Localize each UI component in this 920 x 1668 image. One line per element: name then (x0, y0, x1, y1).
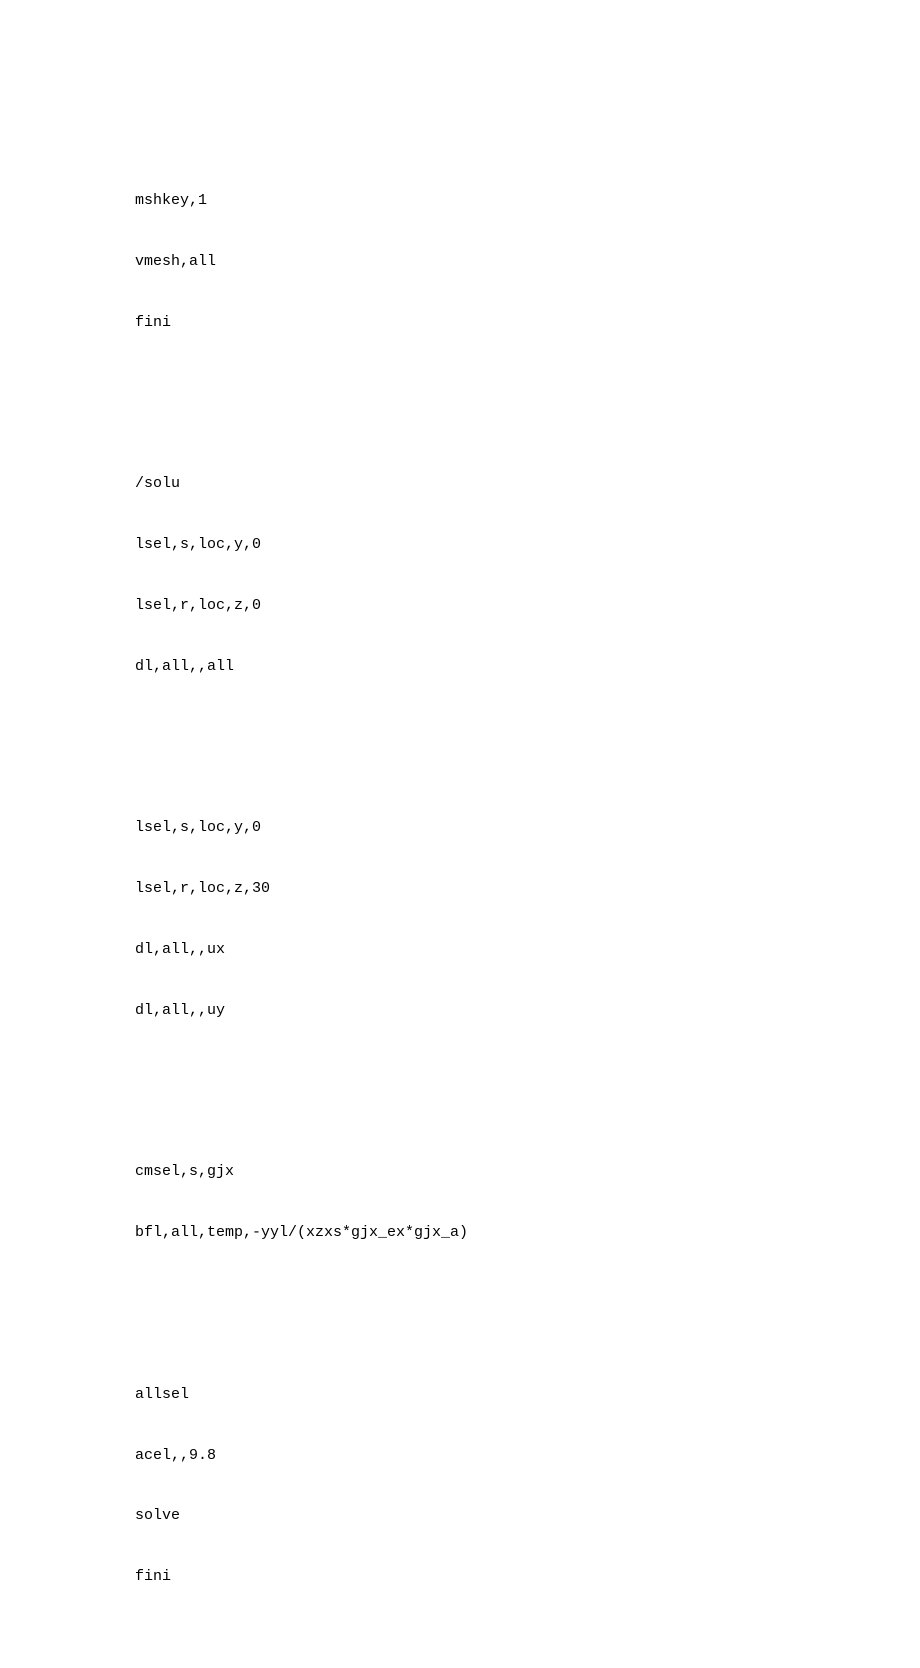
code-block-4: cmsel,s,gjx bfl,all,temp,-yyl/(xzxs*gjx_… (135, 1122, 920, 1284)
code-line: bfl,all,temp,-yyl/(xzxs*gjx_ex*gjx_a) (135, 1223, 920, 1243)
code-line: dl,all,,all (135, 657, 920, 677)
code-line: solve (135, 1506, 920, 1526)
code-line: fini (135, 1567, 920, 1587)
code-line: lsel,r,loc,z,0 (135, 596, 920, 616)
code-line: lsel,s,loc,y,0 (135, 818, 920, 838)
code-page: mshkey,1 vmesh,all fini /solu lsel,s,loc… (0, 0, 920, 1668)
code-line: dl,all,,uy (135, 1001, 920, 1021)
code-line: lsel,s,loc,y,0 (135, 535, 920, 555)
code-line: cmsel,s,gjx (135, 1162, 920, 1182)
code-block-2: /solu lsel,s,loc,y,0 lsel,r,loc,z,0 dl,a… (135, 434, 920, 718)
code-block-3: lsel,s,loc,y,0 lsel,r,loc,z,30 dl,all,,u… (135, 778, 920, 1062)
code-line: vmesh,all (135, 252, 920, 272)
code-line: acel,,9.8 (135, 1446, 920, 1466)
code-line: mshkey,1 (135, 191, 920, 211)
code-line: fini (135, 313, 920, 333)
code-line: /solu (135, 474, 920, 494)
code-line: dl,all,,ux (135, 940, 920, 960)
code-line: allsel (135, 1385, 920, 1405)
code-line: lsel,r,loc,z,30 (135, 879, 920, 899)
code-block-1: mshkey,1 vmesh,all fini (135, 151, 920, 374)
code-block-5: allsel acel,,9.8 solve fini (135, 1344, 920, 1628)
